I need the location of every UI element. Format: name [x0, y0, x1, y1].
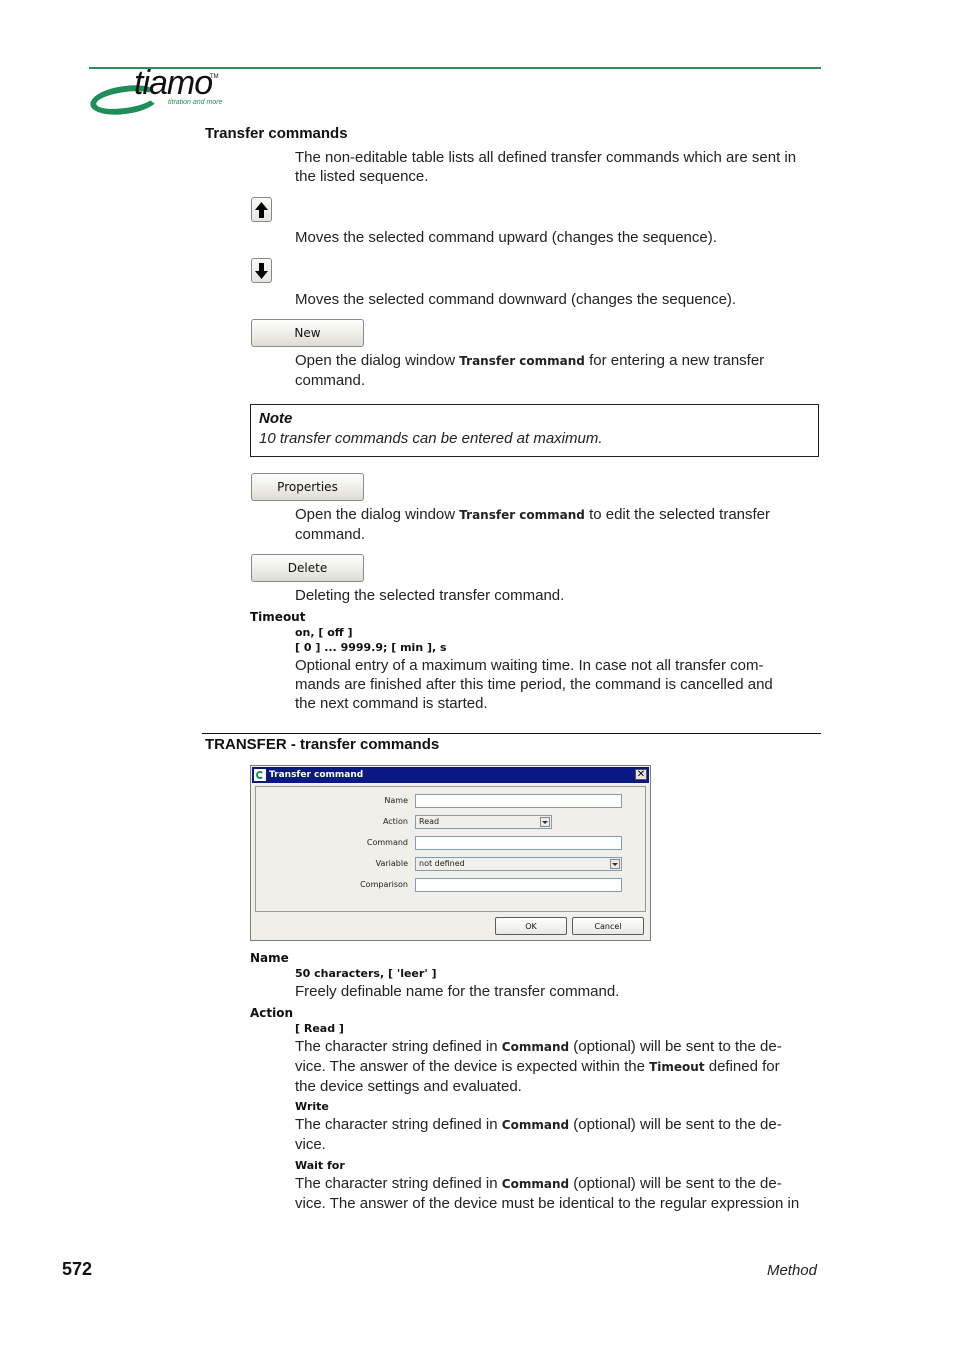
new-desc-prefix: Open the dialog window: [295, 352, 460, 369]
read-l1-prefix: The character string defined in: [295, 1038, 502, 1055]
timeout-desc-line-1: Optional entry of a maximum waiting time…: [295, 657, 764, 674]
move-down-description: Moves the selected command downward (cha…: [295, 291, 737, 308]
read-l1-ref: Command: [501, 1040, 570, 1054]
read-l2-ref: Timeout: [649, 1060, 705, 1074]
param-action-read-value: [ Read ]: [295, 1022, 344, 1035]
param-action-waitfor-description: The character string defined in Command …: [295, 1174, 799, 1213]
variable-select[interactable]: not defined: [415, 857, 622, 871]
properties-desc-line2: command.: [295, 526, 366, 543]
variable-label: Variable: [375, 859, 408, 868]
write-l1-suffix: (optional) will be sent to the de-: [569, 1116, 782, 1133]
name-label: Name: [384, 796, 408, 805]
move-up-description: Moves the selected command upward (chang…: [295, 229, 717, 246]
section-heading-transfer-commands: Transfer commands: [205, 125, 348, 142]
waitfor-l1-prefix: The character string defined in: [295, 1175, 502, 1192]
new-desc-ref: Transfer command: [459, 354, 585, 368]
command-label: Command: [366, 838, 408, 847]
name-field[interactable]: [415, 794, 622, 808]
logo-tagline: titration and more: [168, 99, 223, 106]
move-up-button[interactable]: [251, 197, 272, 222]
comparison-label: Comparison: [360, 880, 408, 889]
move-down-button[interactable]: [251, 258, 272, 283]
variable-select-value: not defined: [419, 859, 465, 868]
waitfor-l1-ref: Command: [501, 1177, 570, 1191]
write-l1-ref: Command: [501, 1118, 570, 1132]
new-button[interactable]: New: [251, 319, 364, 347]
param-action-write-description: The character string defined in Command …: [295, 1115, 782, 1154]
param-name-description: Freely definable name for the transfer c…: [295, 983, 620, 1000]
param-action-write-value: Write: [295, 1100, 329, 1113]
close-icon[interactable]: ✕: [635, 769, 647, 780]
intro-text: The non-editable table lists all defined…: [295, 148, 796, 186]
dialog-form-panel: Name Action Read Command Variable not de…: [255, 786, 646, 912]
delete-description: Deleting the selected transfer command.: [295, 587, 565, 604]
read-l2-suffix: defined for: [704, 1058, 780, 1075]
command-field[interactable]: [415, 836, 622, 850]
waitfor-l1-suffix: (optional) will be sent to the de-: [569, 1175, 782, 1192]
logo-trademark: TM: [210, 74, 219, 80]
timeout-desc-line-2: mands are finished after this time perio…: [295, 676, 773, 693]
tiamo-logo: tiamo TM titration and more: [88, 64, 238, 119]
note-box: Note 10 transfer commands can be entered…: [250, 404, 819, 457]
section-divider: [202, 733, 821, 734]
new-desc-suffix: for entering a new transfer: [584, 352, 765, 369]
note-text: 10 transfer commands can be entered at m…: [259, 430, 603, 447]
arrow-up-icon: [255, 201, 268, 218]
timeout-description: Optional entry of a maximum waiting time…: [295, 656, 773, 713]
timeout-values-2: [ 0 ] ... 9999.9; [ min ], s: [295, 641, 447, 654]
chevron-down-icon[interactable]: [610, 859, 620, 869]
timeout-desc-line-3: the next command is started.: [295, 695, 488, 712]
read-l1-suffix: (optional) will be sent to the de-: [569, 1038, 782, 1055]
action-select[interactable]: Read: [415, 815, 552, 829]
ok-button[interactable]: OK: [495, 917, 567, 935]
read-l3: the device settings and evaluated.: [295, 1078, 522, 1095]
action-select-value: Read: [419, 817, 440, 826]
new-description: Open the dialog window Transfer command …: [295, 351, 764, 390]
read-l2-prefix: vice. The answer of the device is expect…: [295, 1058, 650, 1075]
action-label: Action: [382, 817, 408, 826]
transfer-command-dialog: Transfer command ✕ Name Action Read Comm…: [250, 765, 651, 941]
logo-wordmark: tiamo: [134, 64, 213, 102]
properties-button[interactable]: Properties: [251, 473, 364, 501]
page-number: 572: [62, 1259, 93, 1279]
timeout-label: Timeout: [250, 610, 306, 624]
chevron-down-icon[interactable]: [540, 817, 550, 827]
properties-desc-suffix: to edit the selected transfer: [584, 506, 771, 523]
properties-description: Open the dialog window Transfer command …: [295, 505, 770, 544]
dialog-title-bar: Transfer command ✕: [252, 767, 649, 783]
write-l2: vice.: [295, 1136, 326, 1153]
delete-button[interactable]: Delete: [251, 554, 364, 582]
param-name-label: Name: [250, 951, 289, 965]
footer-section-name: Method: [766, 1262, 817, 1279]
waitfor-l2: vice. The answer of the device must be i…: [295, 1195, 800, 1212]
dialog-title: Transfer command: [269, 770, 364, 780]
properties-desc-prefix: Open the dialog window: [295, 506, 460, 523]
comparison-field[interactable]: [415, 878, 622, 892]
param-action-waitfor-value: Wait for: [295, 1159, 345, 1172]
tiamo-app-icon: [254, 769, 266, 781]
param-action-label: Action: [250, 1006, 294, 1020]
properties-desc-ref: Transfer command: [459, 508, 585, 522]
write-l1-prefix: The character string defined in: [295, 1116, 502, 1133]
intro-line-1: The non-editable table lists all defined…: [295, 149, 797, 166]
new-desc-line2: command.: [295, 372, 366, 389]
intro-line-2: the listed sequence.: [295, 168, 429, 185]
section-heading-transfer: TRANSFER - transfer commands: [205, 736, 440, 753]
note-title: Note: [259, 410, 293, 427]
arrow-down-icon: [255, 262, 268, 279]
param-name-values: 50 characters, [ 'leer' ]: [295, 967, 437, 980]
param-action-read-description: The character string defined in Command …: [295, 1037, 782, 1096]
timeout-values-1: on, [ off ]: [295, 626, 353, 639]
cancel-button[interactable]: Cancel: [572, 917, 644, 935]
